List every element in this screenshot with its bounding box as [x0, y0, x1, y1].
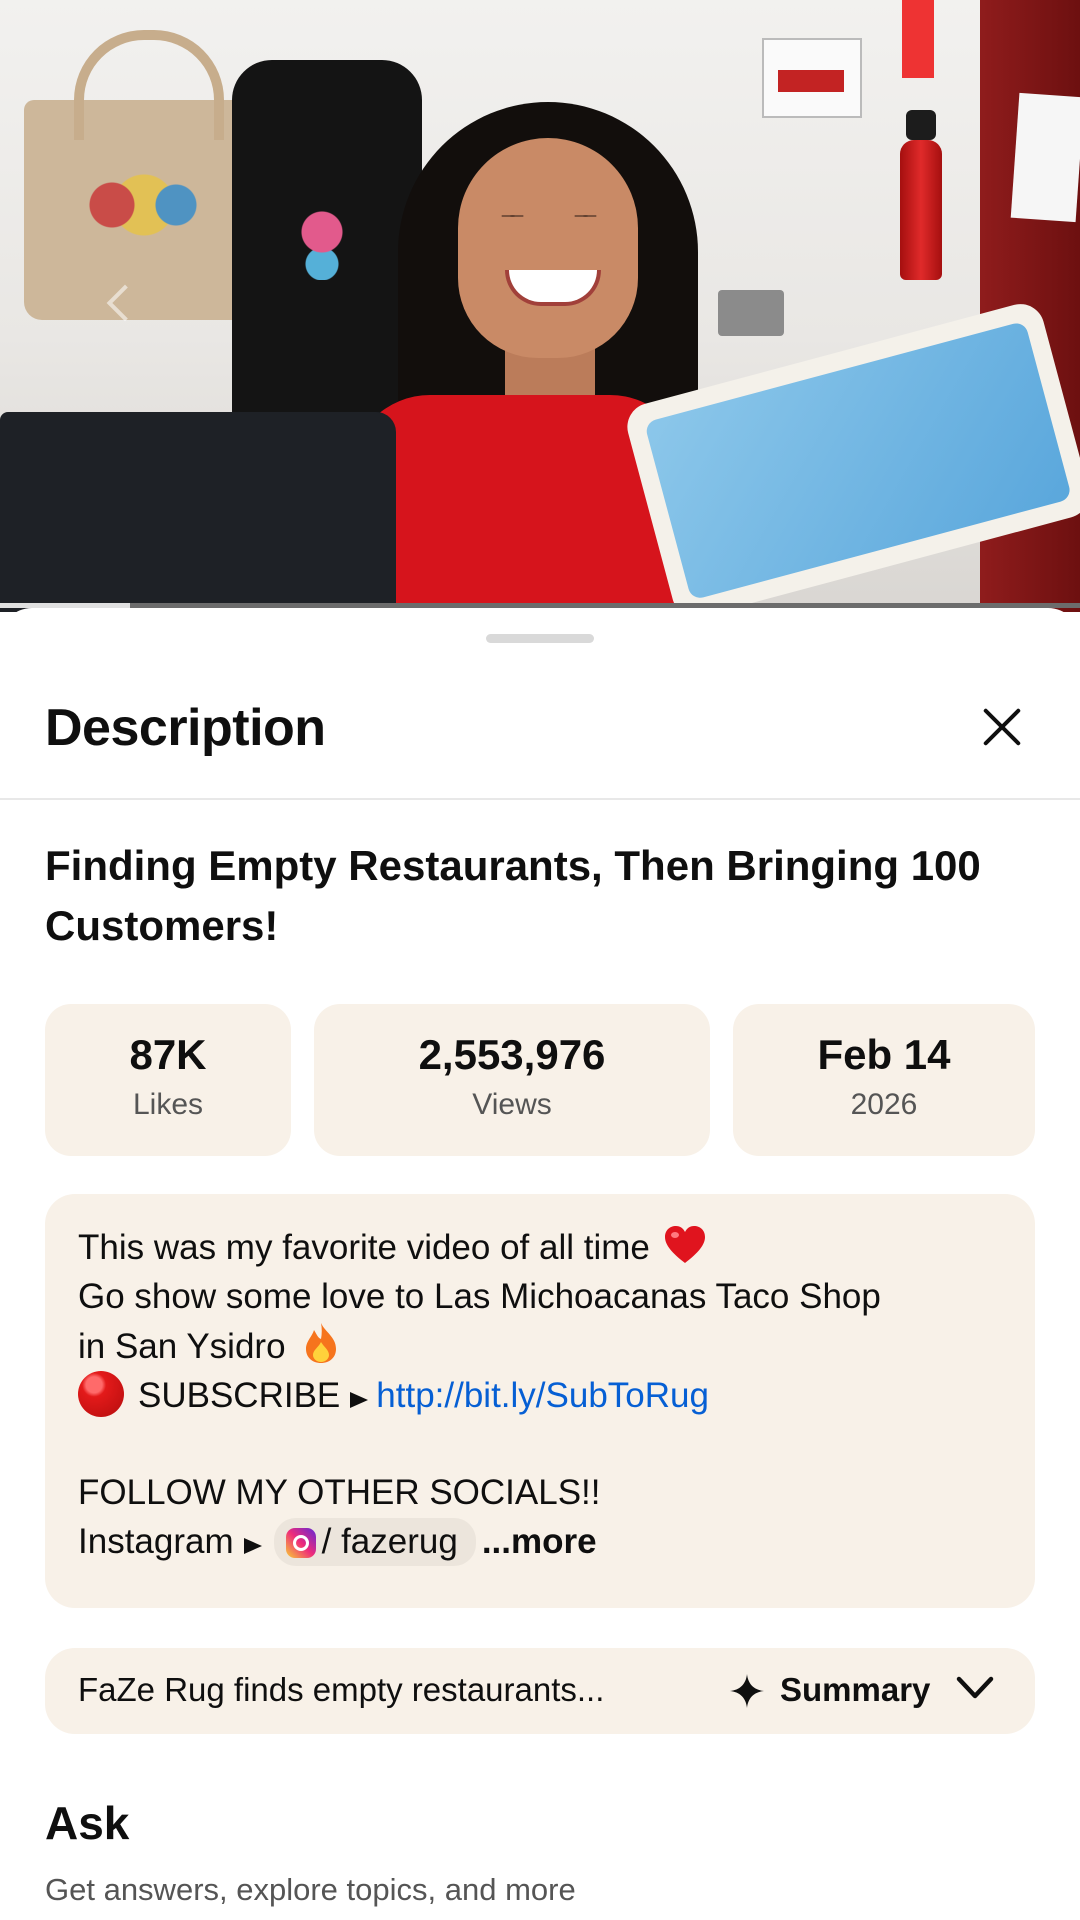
description-box[interactable]: This was my favorite video of all time G… [45, 1194, 1035, 1608]
sheet-drag-handle[interactable] [486, 634, 594, 643]
close-icon[interactable] [975, 700, 1029, 754]
description-line: in San Ysidro [78, 1322, 339, 1371]
likes-value: 87K [129, 1031, 207, 1078]
summary-text: FaZe Rug finds empty restaurants... [78, 1671, 605, 1708]
description-text: This was my favorite video of all time [78, 1228, 650, 1267]
video-scene [458, 138, 638, 358]
video-player[interactable] [0, 0, 1080, 612]
instagram-chip[interactable]: / fazerug [273, 1518, 476, 1566]
summary-button[interactable]: Summary [780, 1668, 930, 1712]
likes-stat: 87K Likes [45, 1004, 291, 1156]
description-line: This was my favorite video of all time [78, 1224, 706, 1272]
views-label: Views [472, 1088, 552, 1121]
description-line: FOLLOW MY OTHER SOCIALS!! [78, 1473, 601, 1512]
instagram-label: Instagram [78, 1522, 234, 1561]
more-button[interactable]: ...more [482, 1522, 597, 1561]
subscribe-line: SUBSCRIBE http://bit.ly/SubToRug [78, 1371, 709, 1420]
ask-title: Ask [45, 1797, 130, 1849]
likes-label: Likes [132, 1088, 204, 1121]
sheet-header: Description [0, 688, 1080, 800]
play-arrow-icon [243, 1538, 262, 1554]
video-scene [902, 0, 934, 78]
video-scene [492, 210, 606, 222]
sheet-title: Description [45, 699, 326, 757]
play-arrow-icon [350, 1392, 369, 1408]
subscribe-link[interactable]: http://bit.ly/SubToRug [376, 1376, 709, 1415]
ask-subtitle: Get answers, explore topics, and more [45, 1872, 576, 1907]
instagram-handle: / fazerug [321, 1522, 458, 1561]
video-scene [232, 60, 422, 420]
date-value: Feb 14 [817, 1031, 951, 1078]
instagram-line: Instagram / fazerug ...more [78, 1518, 597, 1566]
video-scene [900, 110, 942, 280]
heart-icon [664, 1226, 705, 1263]
video-scene [718, 290, 784, 336]
views-stat: 2,553,976 Views [314, 1004, 710, 1156]
video-scene [762, 38, 862, 118]
summary-box[interactable]: FaZe Rug finds empty restaurants... Summ… [45, 1648, 1035, 1734]
video-scene [1010, 92, 1080, 223]
instagram-icon [285, 1528, 316, 1558]
description-sheet: Description Finding Empty Restaurants, T… [0, 608, 1080, 1920]
description-line: Go show some love to Las Michoacanas Tac… [78, 1277, 881, 1316]
sparkle-icon [730, 1674, 764, 1708]
fire-icon [306, 1323, 337, 1363]
subscribe-label: SUBSCRIBE [138, 1376, 341, 1415]
red-dot-icon [78, 1371, 124, 1417]
video-scene [0, 412, 396, 612]
views-value: 2,553,976 [418, 1031, 606, 1078]
video-scene [24, 30, 264, 320]
date-stat: Feb 14 2026 [733, 1004, 1035, 1156]
chevron-down-icon[interactable] [955, 1670, 995, 1706]
video-title: Finding Empty Restaurants, Then Bringing… [45, 842, 981, 949]
date-year: 2026 [850, 1088, 918, 1121]
description-text: in San Ysidro [78, 1327, 286, 1366]
